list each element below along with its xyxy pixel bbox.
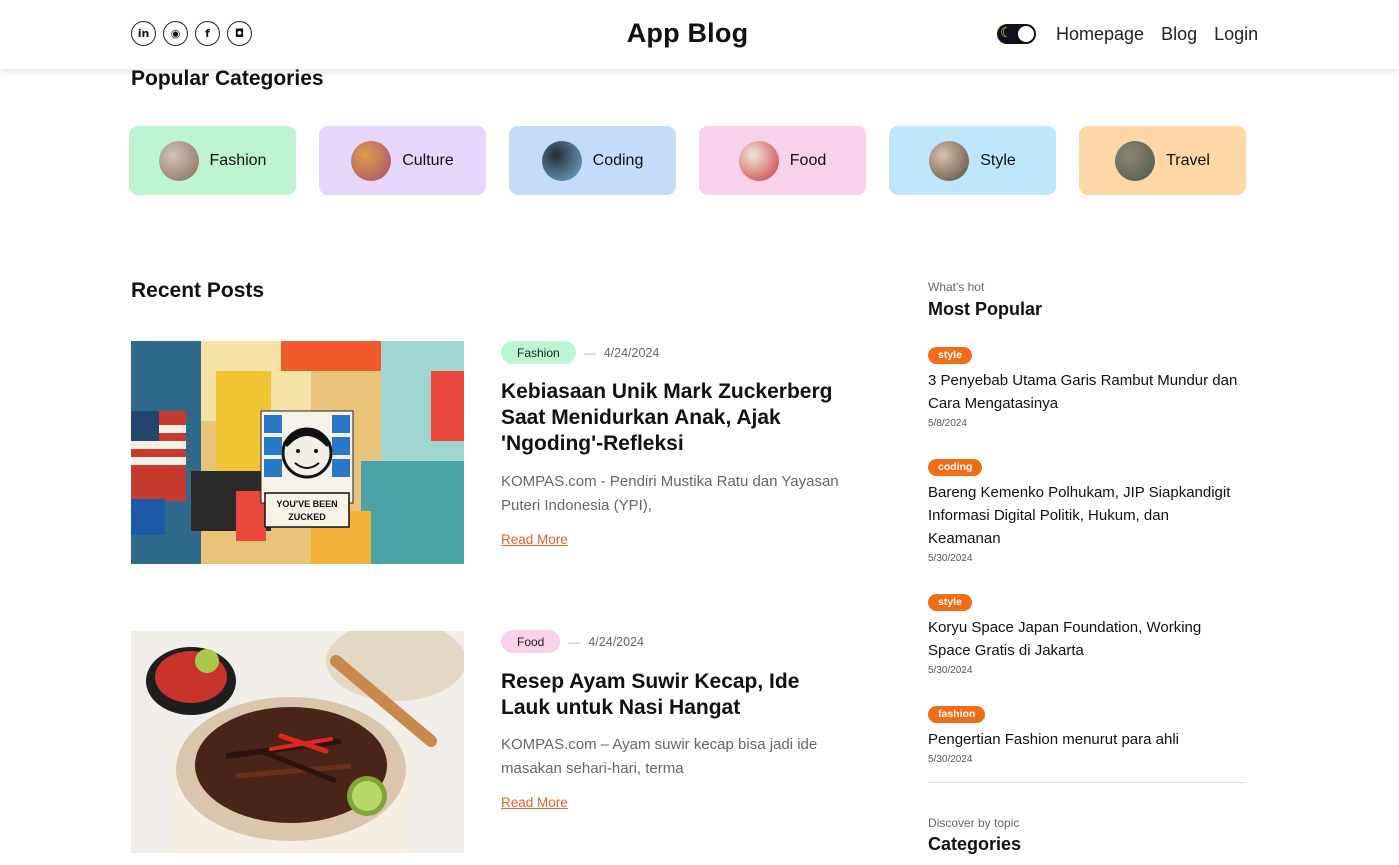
popular-item-badge[interactable]: style (928, 347, 972, 364)
nav-login[interactable]: Login (1214, 24, 1258, 45)
popular-item[interactable]: style Koryu Space Japan Foundation, Work… (928, 592, 1238, 676)
category-label: Food (789, 151, 827, 169)
most-popular-title: Most Popular (928, 299, 1043, 319)
category-label: Style (980, 151, 1016, 169)
post-title[interactable]: Kebiasaan Unik Mark Zuckerberg Saat Meni… (501, 379, 841, 457)
post-date: 4/24/2024 (603, 345, 660, 360)
categories-title: Categories (928, 834, 1022, 854)
popular-item[interactable]: fashion Pengertian Fashion menurut para … (928, 704, 1238, 765)
popular-item[interactable]: coding Bareng Kemenko Polhukam, JIP Siap… (928, 457, 1238, 564)
nav-blog[interactable]: Blog (1161, 24, 1197, 45)
popular-item-date: 5/30/2024 (928, 553, 973, 564)
popular-item-date: 5/30/2024 (928, 665, 973, 676)
theme-toggle[interactable]: ☾ (997, 24, 1036, 44)
category-thumbnail (351, 140, 392, 181)
meta-separator: — (583, 345, 596, 360)
read-more-link[interactable]: Read More (501, 795, 568, 810)
category-label: Coding (592, 151, 644, 169)
collage-illustration: YOU'VE BEEN ZUCKED (131, 341, 464, 564)
read-more-link[interactable]: Read More (501, 532, 568, 547)
category-label: Culture (402, 151, 454, 169)
popular-item-title[interactable]: Koryu Space Japan Foundation, Working Sp… (928, 616, 1238, 662)
categories-subtitle: Discover by topic (928, 816, 1020, 830)
sidebar-divider (928, 782, 1245, 783)
popular-item[interactable]: style 3 Penyebab Utama Garis Rambut Mund… (928, 345, 1238, 429)
category-fashion[interactable]: Fashion (129, 126, 296, 195)
post-title[interactable]: Resep Ayam Suwir Kecap, Ide Lauk untuk N… (501, 669, 841, 721)
popular-item-title[interactable]: Bareng Kemenko Polhukam, JIP Siapkandigi… (928, 481, 1238, 550)
food-illustration (131, 631, 464, 853)
nav-homepage[interactable]: Homepage (1056, 24, 1144, 45)
most-popular-subtitle: What's hot (928, 280, 985, 294)
category-culture[interactable]: Culture (319, 126, 486, 195)
post-meta: Fashion — 4/24/2024 (501, 341, 659, 364)
category-label: Travel (1166, 151, 1210, 169)
post-image-ayam-suwir[interactable] (131, 631, 464, 854)
category-thumbnail (929, 140, 970, 181)
popular-item-badge[interactable]: fashion (928, 706, 986, 723)
category-coding[interactable]: Coding (509, 126, 676, 195)
collage-caption: YOU'VE BEEN (276, 499, 337, 509)
popular-item-badge[interactable]: coding (928, 459, 983, 476)
meta-separator: — (568, 634, 581, 649)
popular-item-date: 5/30/2024 (928, 754, 973, 765)
popular-item-badge[interactable]: style (928, 594, 972, 611)
moon-icon: ☾ (1000, 25, 1013, 41)
category-thumbnail (158, 140, 199, 181)
site-header: in ◉ f ◘ App Blog ☾ Homepage Blog Login (0, 0, 1399, 69)
category-list: Fashion Culture Coding Food Style Travel (129, 126, 1246, 195)
toggle-knob (1018, 26, 1034, 42)
post-meta: Food — 4/24/2024 (501, 630, 644, 653)
post-excerpt: KOMPAS.com - Pendiri Mustika Ratu dan Ya… (501, 473, 839, 514)
post-image-zuckerberg[interactable]: YOU'VE BEEN ZUCKED (131, 341, 464, 564)
post-date: 4/24/2024 (588, 634, 644, 649)
collage-caption: ZUCKED (288, 512, 326, 522)
category-thumbnail (1115, 140, 1156, 181)
category-thumbnail (738, 140, 779, 181)
popular-item-date: 5/8/2024 (928, 418, 967, 429)
main-nav: Homepage Blog Login (1056, 24, 1258, 45)
category-style[interactable]: Style (889, 126, 1056, 195)
popular-item-title[interactable]: 3 Penyebab Utama Garis Rambut Mundur dan… (928, 369, 1238, 415)
category-travel[interactable]: Travel (1079, 126, 1246, 195)
category-food[interactable]: Food (699, 126, 866, 195)
recent-posts-title: Recent Posts (131, 279, 265, 302)
popular-categories-title: Popular Categories (131, 67, 324, 90)
category-thumbnail (541, 140, 582, 181)
popular-item-title[interactable]: Pengertian Fashion menurut para ahli (928, 728, 1238, 751)
post-excerpt: KOMPAS.com – Ayam suwir kecap bisa jadi … (501, 736, 818, 777)
category-label: Fashion (209, 151, 267, 169)
post-category-badge[interactable]: Fashion (501, 341, 576, 364)
post-category-badge[interactable]: Food (501, 630, 561, 653)
